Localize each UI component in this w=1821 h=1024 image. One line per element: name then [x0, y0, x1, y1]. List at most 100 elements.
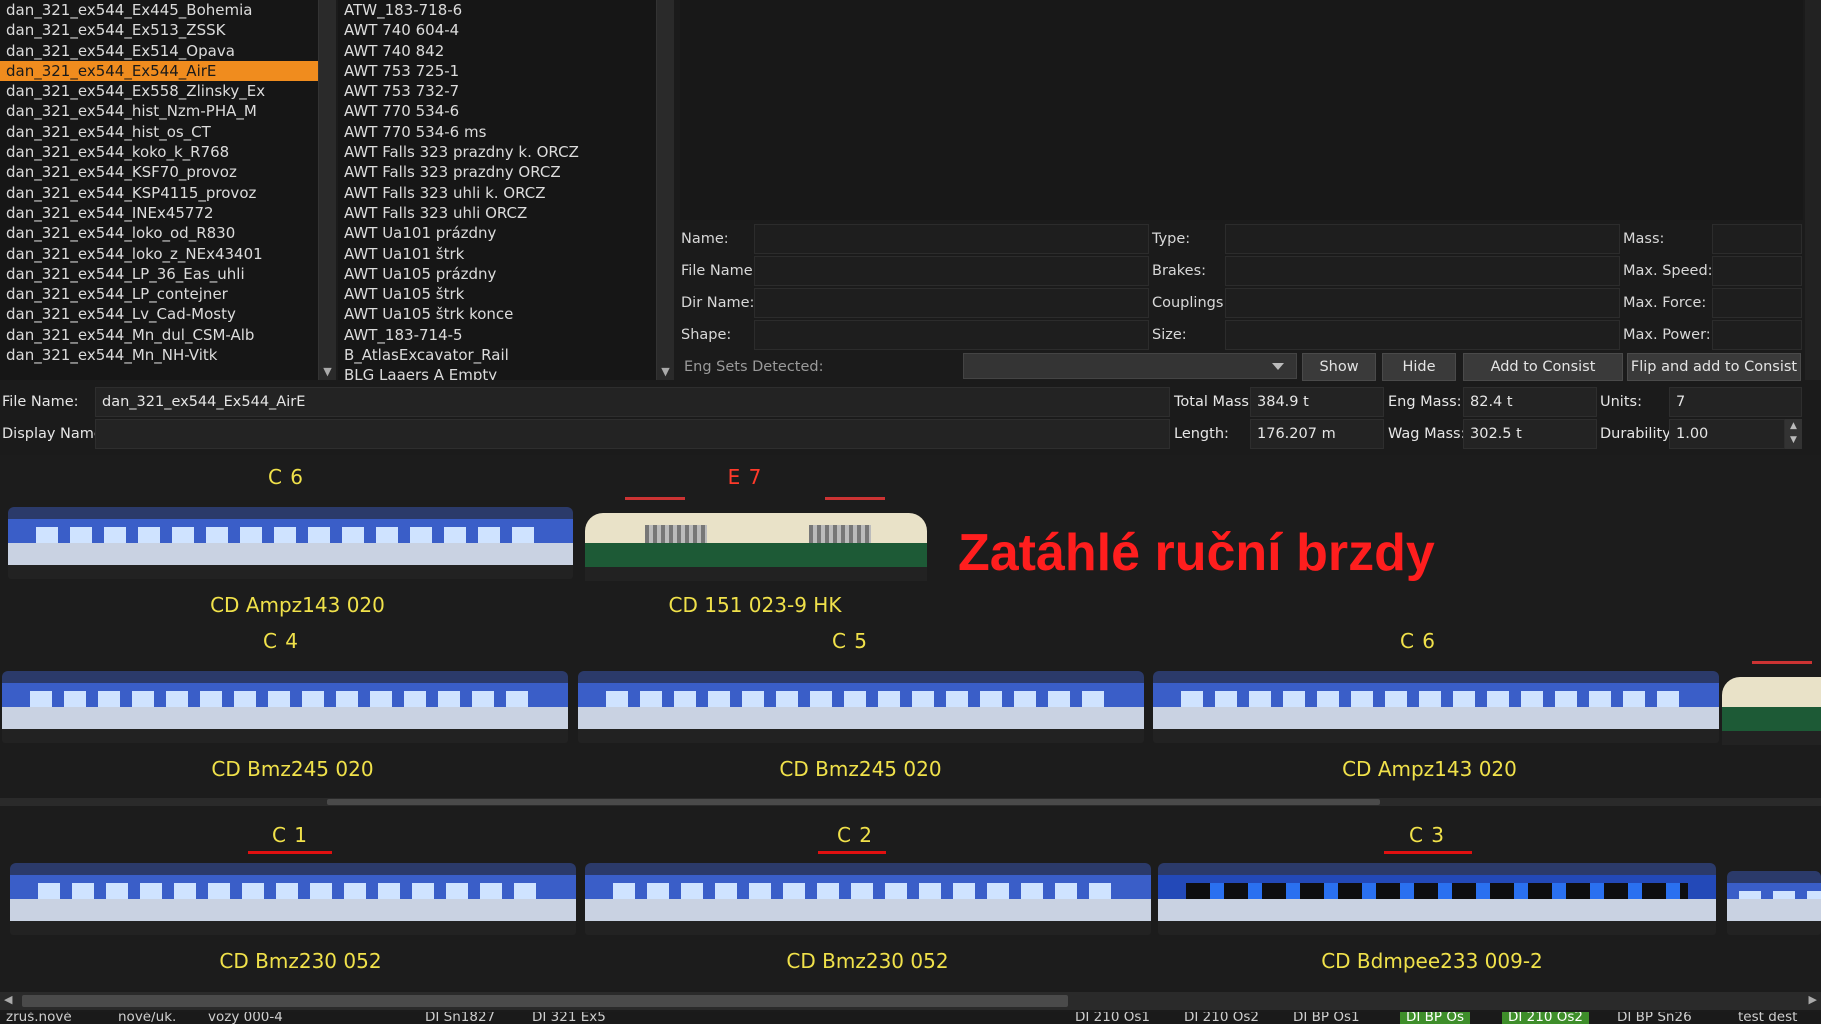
hide-button[interactable]: Hide — [1382, 353, 1456, 381]
eng-sets-label: Eng Sets Detected: — [684, 359, 824, 375]
eng-sets-dropdown[interactable] — [963, 353, 1297, 379]
preview-scrollbar[interactable] — [1805, 0, 1821, 380]
list-item[interactable]: AWT Falls 323 uhli k. ORCZ — [338, 183, 656, 203]
list-item[interactable]: dan_321_ex544_KSF70_provoz — [0, 162, 318, 182]
consist-list[interactable]: dan_321_ex544_Ex445_Bohemia dan_321_ex54… — [0, 0, 318, 380]
bottom-tab[interactable]: nové/uk. — [118, 1012, 176, 1024]
consist-scrollbar[interactable]: ◀ ▶ — [0, 992, 1821, 1010]
consist-view[interactable]: C 6 CD Ampz143 020 E 7 CD 151 023-9 HK Z… — [0, 455, 1821, 995]
list-item[interactable]: B_AtlasExcavator_Rail — [338, 345, 656, 365]
list-item[interactable]: dan_321_ex544_Ex514_Opava — [0, 41, 318, 61]
list-item[interactable]: AWT 770 534-6 — [338, 101, 656, 121]
display-name-field[interactable] — [95, 419, 1170, 449]
max-power-field[interactable] — [1712, 320, 1802, 350]
list-item[interactable]: dan_321_ex544_Mn_NH-Vitk — [0, 345, 318, 365]
list-item[interactable]: dan_321_ex544_LP_contejner — [0, 284, 318, 304]
name-field[interactable] — [754, 224, 1149, 254]
list-item[interactable]: AWT 740 842 — [338, 41, 656, 61]
consist-list-scrollbar[interactable]: ▼ — [318, 0, 336, 380]
file-name-field[interactable] — [754, 256, 1149, 286]
list-item[interactable]: AWT Ua105 štrk — [338, 284, 656, 304]
size-field[interactable] — [1225, 320, 1620, 350]
add-to-consist-button[interactable]: Add to Consist — [1463, 353, 1623, 381]
chevron-left-icon[interactable]: ◀ — [4, 993, 12, 1006]
coach-car[interactable] — [585, 863, 1151, 935]
list-item[interactable]: dan_321_ex544_INEx45772 — [0, 203, 318, 223]
couplings-field[interactable] — [1225, 288, 1620, 318]
max-power-label: Max. Power: — [1623, 327, 1711, 343]
coach-car[interactable] — [1153, 671, 1719, 743]
consist-file-name-field[interactable]: dan_321_ex544_Ex544_AirE — [95, 387, 1170, 417]
list-item[interactable]: AWT 770 534-6 ms — [338, 122, 656, 142]
max-force-field[interactable] — [1712, 288, 1802, 318]
chevron-down-icon[interactable]: ▼ — [319, 365, 336, 378]
coach-car[interactable] — [1727, 871, 1821, 935]
list-item[interactable]: dan_321_ex544_Ex445_Bohemia — [0, 0, 318, 20]
list-item[interactable]: dan_321_ex544_Ex513_ZSSK — [0, 20, 318, 40]
list-item[interactable]: AWT 740 604-4 — [338, 20, 656, 40]
list-item[interactable]: AWT Ua101 štrk — [338, 244, 656, 264]
locomotive[interactable] — [1722, 661, 1821, 745]
bottom-tab[interactable]: DI BP Os — [1400, 1012, 1471, 1024]
list-item[interactable]: AWT Falls 323 prazdny k. ORCZ — [338, 142, 656, 162]
locomotive[interactable] — [585, 497, 927, 581]
coach-car[interactable] — [10, 863, 576, 935]
list-item[interactable]: AWT 753 732-7 — [338, 81, 656, 101]
bottom-tab[interactable]: vozy 000-4 — [208, 1012, 283, 1024]
list-item[interactable]: dan_321_ex544_koko_k_R768 — [0, 142, 318, 162]
list-item-selected[interactable]: dan_321_ex544_Ex544_AirE — [0, 60, 318, 82]
coach-car[interactable] — [578, 671, 1144, 743]
list-item[interactable]: AWT Falls 323 prazdny ORCZ — [338, 162, 656, 182]
dir-name-field[interactable] — [754, 288, 1149, 318]
brakes-field[interactable] — [1225, 256, 1620, 286]
row-scrollbar[interactable] — [0, 798, 1821, 806]
list-item[interactable]: dan_321_ex544_loko_od_R830 — [0, 223, 318, 243]
list-item[interactable]: AWT Ua101 prázdny — [338, 223, 656, 243]
list-item[interactable]: AWT 753 725-1 — [338, 61, 656, 81]
list-item[interactable]: dan_321_ex544_loko_z_NEx43401 — [0, 244, 318, 264]
coach-car[interactable] — [8, 507, 573, 579]
bottom-tab[interactable]: test dest — [1738, 1012, 1797, 1024]
flip-add-to-consist-button[interactable]: Flip and add to Consist — [1627, 353, 1801, 381]
bottom-tab[interactable]: DI Sn1827 — [425, 1012, 495, 1024]
bottom-tab[interactable]: DI 321 Ex5 — [532, 1012, 606, 1024]
car-name: CD 151 023-9 HK — [668, 593, 842, 617]
list-item[interactable]: dan_321_ex544_Ex558_Zlinsky_Ex — [0, 81, 318, 101]
chevron-down-icon[interactable]: ▼ — [657, 365, 674, 378]
max-speed-field[interactable] — [1712, 256, 1802, 286]
wagon-list[interactable]: ATW_183-718-6 AWT 740 604-4 AWT 740 842 … — [338, 0, 656, 380]
durability-field[interactable]: 1.00 — [1669, 419, 1785, 449]
chevron-right-icon[interactable]: ▶ — [1809, 993, 1817, 1006]
bottom-tab[interactable]: DI 210 Os1 — [1075, 1012, 1150, 1024]
list-item[interactable]: dan_321_ex544_hist_os_CT — [0, 122, 318, 142]
red-underline — [248, 851, 332, 854]
coach-car[interactable] — [2, 671, 568, 743]
list-item[interactable]: dan_321_ex544_KSP4115_provoz — [0, 183, 318, 203]
type-field[interactable] — [1225, 224, 1620, 254]
car-code: C 2 — [836, 823, 874, 847]
name-label: Name: — [681, 231, 729, 247]
list-item[interactable]: dan_321_ex544_Lv_Cad-Mosty — [0, 304, 318, 324]
list-item[interactable]: AWT_183-714-5 — [338, 325, 656, 345]
list-item[interactable]: dan_321_ex544_hist_Nzm-PHA_M — [0, 101, 318, 121]
shape-field[interactable] — [754, 320, 1149, 350]
bottom-tab[interactable]: DI 210 Os2 — [1502, 1012, 1589, 1024]
list-item[interactable]: dan_321_ex544_LP_36_Eas_uhli — [0, 264, 318, 284]
list-item[interactable]: AWT Falls 323 uhli ORCZ — [338, 203, 656, 223]
list-item[interactable]: ATW_183-718-6 — [338, 0, 656, 20]
bottom-tab[interactable]: DI BP Sn26 — [1617, 1012, 1692, 1024]
coach-car[interactable] — [1158, 863, 1716, 935]
durability-spinner[interactable]: ▲ ▼ — [1785, 419, 1802, 449]
list-item[interactable]: BLG Laaers A Empty — [338, 365, 656, 380]
size-label: Size: — [1152, 327, 1187, 343]
bottom-tab[interactable]: zruš.nové — [6, 1012, 72, 1024]
list-item[interactable]: AWT Ua105 štrk konce — [338, 304, 656, 324]
mass-field[interactable] — [1712, 224, 1802, 254]
list-item[interactable]: AWT Ua105 prázdny — [338, 264, 656, 284]
wagon-list-scrollbar[interactable]: ▼ — [656, 0, 674, 380]
show-button[interactable]: Show — [1302, 353, 1376, 381]
car-name: CD Bmz230 052 — [786, 949, 949, 973]
bottom-tab[interactable]: DI 210 Os2 — [1184, 1012, 1259, 1024]
bottom-tab[interactable]: DI BP Os1 — [1293, 1012, 1360, 1024]
list-item[interactable]: dan_321_ex544_Mn_dul_CSM-Alb — [0, 325, 318, 345]
